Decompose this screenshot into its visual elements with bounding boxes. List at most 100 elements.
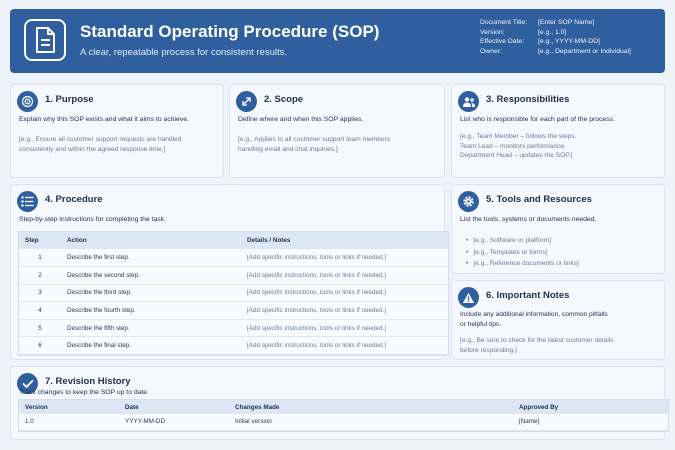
step-number: 5: [19, 319, 61, 338]
example-line: handling email and chat inquiries.]: [238, 145, 338, 153]
table-row: 1.0 YYYY-MM-DD Initial version [Name]: [19, 414, 668, 431]
list-icon: [17, 191, 38, 212]
meta-label: Version:: [480, 28, 505, 36]
column-header: Date: [119, 400, 229, 414]
column-header: Approved By: [513, 400, 668, 414]
revision-version[interactable]: 1.0: [19, 414, 119, 431]
meta-row: Owner: [e.g., Department or Individual]: [480, 47, 631, 57]
notes-example[interactable]: [e.g., Be sure to check for the latest c…: [460, 336, 614, 355]
purpose-example[interactable]: [e.g., Ensure all customer support reque…: [19, 135, 181, 154]
notes-description: Include any additional information, comm…: [460, 310, 608, 329]
list-item[interactable]: [e.g., Templates or forms]: [466, 247, 579, 259]
step-number: 3: [19, 284, 61, 303]
responsibilities-title: 3. Responsibilities: [486, 94, 570, 105]
table-row: 3 Describe the third step. [Add specific i…: [19, 284, 448, 303]
meta-label: Effective Date:: [480, 38, 525, 46]
revision-date[interactable]: YYYY-MM-DD: [119, 414, 229, 431]
description-line: Include any additional information, comm…: [460, 311, 608, 318]
tools-title: 5. Tools and Resources: [486, 194, 592, 205]
scope-description: Define where and when this SOP applies.: [238, 116, 364, 123]
revision-changes[interactable]: Initial version: [229, 414, 513, 431]
example-line: before responding.]: [460, 346, 517, 354]
purpose-title: 1. Purpose: [45, 94, 94, 105]
header-banner: Standard Operating Procedure (SOP) A cle…: [10, 9, 665, 73]
table-row: 5 Describe the fifth step. [Add specific i…: [19, 319, 448, 338]
meta-row: Version: [e.g., 1.0]: [480, 28, 631, 38]
example-line: Department Head – updates the SOP.]: [460, 152, 573, 160]
meta-value[interactable]: [e.g., Department or Individual]: [538, 47, 631, 57]
page-title: Standard Operating Procedure (SOP): [80, 22, 380, 41]
purpose-description: Explain why this SOP exists and what it …: [19, 116, 189, 123]
revision-title: 7. Revision History: [45, 376, 131, 387]
column-header: Details / Notes: [241, 232, 448, 249]
step-number: 4: [19, 301, 61, 320]
step-details[interactable]: [Add specific instructions, tools or lin…: [241, 301, 448, 320]
gear-icon: [458, 191, 479, 212]
revision-table-header: Version Date Changes Made Approved By: [19, 400, 668, 414]
description-line: or helpful tips.: [460, 320, 502, 328]
scope-title: 2. Scope: [264, 94, 304, 105]
meta-row: Effective Date: [e.g., YYYY-MM-DD]: [480, 37, 631, 47]
tools-card: 5. Tools and Resources List the tools, s…: [451, 184, 665, 274]
list-item[interactable]: [e.g., Software or platform]: [466, 235, 579, 247]
notes-title: 6. Important Notes: [486, 290, 570, 301]
meta-value[interactable]: [e.g., YYYY-MM-DD]: [538, 37, 600, 47]
step-details[interactable]: [Add specific instructions, tools or lin…: [241, 266, 448, 285]
step-number: 6: [19, 336, 61, 356]
step-details[interactable]: [Add specific instructions, tools or lin…: [241, 336, 448, 356]
expand-arrows-icon: [236, 91, 257, 112]
revision-approved-by[interactable]: [Name]: [513, 414, 668, 431]
procedure-table: Step Action Details / Notes 1 Describe th…: [18, 231, 449, 357]
scope-card: 2. Scope Define where and when this SOP …: [229, 84, 445, 178]
purpose-card: 1. Purpose Explain why this SOP exists a…: [10, 84, 224, 178]
table-row: 4 Describe the fourth step. [Add specific …: [19, 301, 448, 320]
procedure-table-header: Step Action Details / Notes: [19, 232, 448, 249]
tools-list: [e.g., Software or platform] [e.g., Temp…: [466, 235, 579, 270]
target-icon: [17, 91, 38, 112]
column-header: Step: [19, 232, 61, 249]
meta-value[interactable]: [Enter SOP Name]: [538, 18, 594, 28]
page-subtitle: A clear, repeatable process for consiste…: [80, 47, 287, 58]
responsibilities-example[interactable]: [e.g., Team Member – follows the steps. …: [460, 132, 576, 161]
step-action[interactable]: Describe the first step.: [61, 249, 241, 268]
procedure-card: 4. Procedure Step-by-step instructions f…: [10, 184, 449, 360]
step-number: 1: [19, 249, 61, 268]
meta-row: Document Title: [Enter SOP Name]: [480, 18, 631, 28]
step-number: 2: [19, 266, 61, 285]
revision-history-card: 7. Revision History Track changes to kee…: [10, 366, 669, 440]
example-line: Team Lead – monitors performance.: [460, 142, 566, 150]
step-action[interactable]: Describe the third step.: [61, 284, 241, 303]
revision-table: Version Date Changes Made Approved By 1.…: [18, 399, 669, 432]
scope-example[interactable]: [e.g., Applies to all customer support t…: [238, 135, 390, 154]
tools-description: List the tools, systems or documents nee…: [460, 216, 597, 223]
step-details[interactable]: [Add specific instructions, tools or lin…: [241, 249, 448, 268]
step-action[interactable]: Describe the final step.: [61, 336, 241, 356]
responsibilities-card: 3. Responsibilities List who is responsi…: [451, 84, 665, 178]
example-line: [e.g., Ensure all customer support reque…: [19, 136, 182, 143]
responsibilities-description: List who is responsible for each part of…: [460, 116, 615, 123]
meta-label: Owner:: [480, 47, 502, 55]
table-row: 6 Describe the final step. [Add specific i…: [19, 336, 448, 356]
warning-icon: [458, 287, 479, 308]
step-action[interactable]: Describe the second step.: [61, 266, 241, 285]
example-line: [e.g., Team Member – follows the steps.: [460, 133, 577, 140]
step-action[interactable]: Describe the fourth step.: [61, 301, 241, 320]
table-row: 1 Describe the first step. [Add specific i…: [19, 249, 448, 268]
document-meta: Document Title: [Enter SOP Name] Version:…: [480, 18, 631, 56]
example-line: [e.g., Applies to all customer support t…: [238, 136, 391, 143]
notes-card: 6. Important Notes Include any additiona…: [451, 280, 665, 360]
step-details[interactable]: [Add specific instructions, tools or lin…: [241, 284, 448, 303]
procedure-description: Step-by-step instructions for completing…: [19, 216, 166, 223]
column-header: Version: [19, 400, 119, 414]
column-header: Changes Made: [229, 400, 513, 414]
list-item[interactable]: [e.g., Reference documents or links]: [466, 258, 579, 270]
meta-value[interactable]: [e.g., 1.0]: [538, 28, 566, 38]
table-row: 2 Describe the second step. [Add specific …: [19, 266, 448, 285]
example-line: [e.g., Be sure to check for the latest c…: [460, 337, 614, 344]
procedure-title: 4. Procedure: [45, 194, 103, 205]
document-icon: [24, 19, 66, 61]
column-header: Action: [61, 232, 241, 249]
step-action[interactable]: Describe the fifth step.: [61, 319, 241, 338]
people-icon: [458, 91, 479, 112]
step-details[interactable]: [Add specific instructions, tools or lin…: [241, 319, 448, 338]
